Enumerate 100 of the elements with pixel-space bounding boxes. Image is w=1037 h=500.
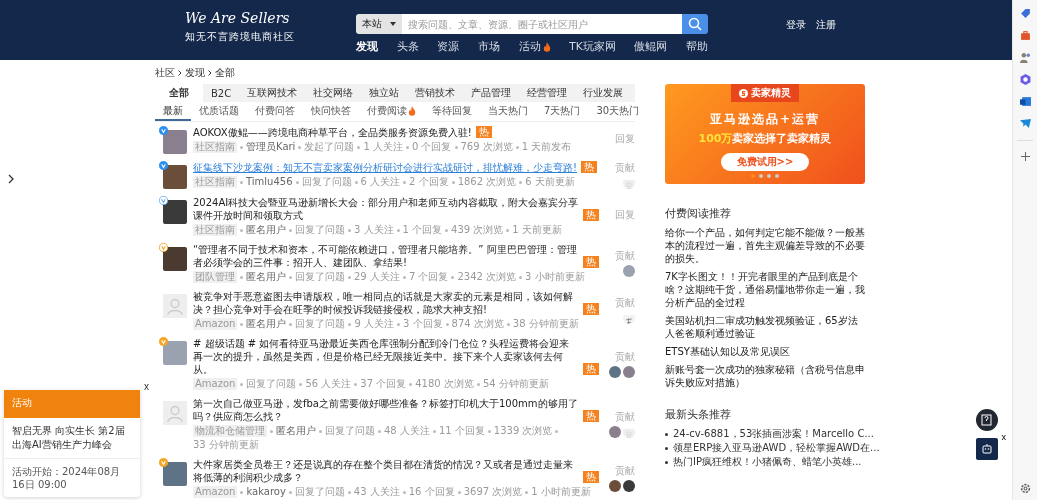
headline-link[interactable]: 领星ERP接入亚马逊AWD，轻松掌握AWD在... — [673, 441, 880, 455]
article-link[interactable]: ETSY基础认知以及常见误区 — [665, 345, 865, 358]
nav-link[interactable]: 头条 — [396, 40, 419, 54]
sort-tab[interactable]: 当天热门 — [480, 102, 536, 121]
nav-link[interactable]: 发现 — [356, 40, 378, 54]
question-title-link[interactable]: 征集线下沙龙案例：知无不言卖家案例分析研讨会进行实战研讨，排忧解难，少走弯路! — [193, 161, 577, 174]
action-text: 回复了问题 — [301, 176, 352, 188]
headline-link[interactable]: 热门IP疯狂维权！小猪佩奇、蜡笔小英雄... — [673, 455, 862, 469]
user-name-link[interactable]: 匿名用户 — [246, 271, 286, 283]
user-name-link[interactable]: 匿名用户 — [246, 318, 287, 330]
category-tab[interactable]: 互联网技术 — [239, 84, 306, 102]
carousel-dot[interactable] — [759, 174, 763, 178]
question-title-link[interactable]: # 超级话题 # 如何看待亚马逊最近美西仓库强制分配到冷门仓位？头程运费将会迎来再一次的提升，虽然是美西，但是价格已经无限接近美中。接下来个人卖家该何去何从。 — [193, 337, 579, 376]
user-name-link[interactable]: kakaroy — [246, 486, 286, 498]
category-tab[interactable]: 行业发展 — [575, 84, 632, 102]
question-title-link[interactable]: 大件家居类全员卷王？还是说真的存在整个类目都在清货的情况？又或者是通过走量来将低薄的利润积少成多？ — [193, 458, 579, 484]
breadcrumb-link[interactable]: 社区 — [155, 66, 175, 80]
separator-dot-icon — [240, 490, 244, 494]
carousel-dot[interactable] — [775, 174, 779, 178]
article-link[interactable]: 7K字长图文！！开完者眼里的产品到底是个啥？这期纯干货，通俗易懂地带你走一遍，我分析产品的全过程 — [665, 270, 865, 309]
account-link[interactable]: 登录 — [786, 18, 806, 60]
separator-dot-icon — [445, 228, 449, 232]
nav-link[interactable]: 资源 — [437, 40, 460, 54]
separator-dot-icon — [451, 180, 455, 184]
nav-link[interactable]: 帮助 — [685, 40, 708, 54]
question-title-link[interactable]: AOKOX傲鲲——跨境电商种草平台，全品类服务资源免费入驻! — [193, 126, 472, 139]
people-icon[interactable] — [1019, 52, 1031, 63]
caret-icon — [390, 22, 396, 26]
hexagon-icon[interactable] — [1019, 74, 1031, 85]
sort-tab[interactable]: 优质话题 — [191, 102, 247, 121]
sort-tab[interactable]: 最新 — [155, 102, 191, 121]
hot-tag: 热 — [583, 256, 599, 268]
carousel-dot[interactable] — [767, 174, 771, 178]
separator-dot-icon — [476, 382, 480, 386]
sort-tab[interactable]: 30天热门 — [588, 102, 648, 121]
stat-text: 6 天前更新 — [525, 176, 575, 188]
user-name-link[interactable]: 匿名用户 — [276, 425, 316, 437]
search-field[interactable]: 搜索问题、文章、资源、圈子或社区用户 — [402, 14, 682, 34]
sort-tab[interactable]: 付费问答 — [247, 102, 303, 121]
article-link[interactable]: 新账号套一次成功的独家秘籍（含税号信息申诉失败应对措施） — [665, 363, 865, 389]
stat-text: 29 人关注 — [354, 271, 400, 283]
article-link[interactable]: 给你一个产品，如何判定它能不能做？一般基本的流程过一遍，首先主观偏差导致的不必要的损失。 — [665, 226, 865, 265]
separator-dot-icon — [289, 228, 292, 232]
category-tab[interactable]: 营销技术 — [407, 84, 464, 102]
nav-link[interactable]: TK玩家网 — [569, 40, 616, 54]
settings-icon[interactable] — [1019, 483, 1031, 494]
ad-trial-button[interactable]: 免费试用>> — [720, 153, 810, 171]
user-name-link[interactable]: 管理员Kari — [246, 141, 296, 153]
separator-dot-icon — [289, 322, 293, 326]
category-tab[interactable]: 独立站 — [361, 84, 408, 102]
search-scope-dropdown[interactable]: 本站 — [356, 14, 402, 34]
default-avatar-icon — [623, 180, 635, 189]
breadcrumb-link[interactable]: 全部 — [215, 66, 235, 80]
sort-tab[interactable]: 付费阅读 — [359, 102, 424, 121]
question-title-link[interactable]: 被竞争对手恶意盗图去申请版权，唯一相同点的话就是大家卖的元素是相同，该如何解决？担心竞争对手会在旺季的时候投诉我链接侵权，跪求大神支招! — [193, 290, 579, 316]
verified-badge-icon — [159, 161, 168, 170]
category-tab[interactable]: 产品管理 — [463, 84, 520, 102]
user-name-link[interactable]: Timlu456 — [246, 176, 293, 188]
separator-dot-icon — [454, 145, 458, 149]
tag-icon[interactable] — [1019, 8, 1031, 19]
sort-tab[interactable]: 快问快答 — [303, 102, 359, 121]
stat-text: 1 天前更新 — [512, 224, 562, 236]
article-link[interactable]: 美国站机扫二审成功触发视频验证，65岁法人爸爸顺利通过验证 — [665, 314, 865, 340]
chat-bot-button[interactable] — [976, 438, 998, 460]
account-link[interactable]: 注册 — [816, 18, 836, 60]
add-icon[interactable] — [1020, 152, 1030, 161]
event-title[interactable]: 智启无界 向实生长 第2届出海AI营销生产力峰会 — [4, 418, 140, 459]
category-tab[interactable]: 全部 — [155, 84, 203, 102]
sort-tab[interactable]: 等待回复 — [424, 102, 480, 121]
avatar-photo-placeholder — [623, 265, 635, 277]
stat-text: 9 人关注 — [354, 318, 394, 330]
category-tab[interactable]: 经营管理 — [519, 84, 576, 102]
nav-link[interactable]: 傲鲲网 — [634, 40, 668, 54]
ad-banner[interactable]: 卖家精灵 亚马逊选品+运营 100万卖家选择了卖家精灵 免费试用>> — [665, 84, 865, 184]
stat-text: 7 个回复 — [408, 271, 449, 283]
question-title-link[interactable]: “管理者不同于技术和资本，不可能依赖进口，管理者只能培养。” 阿里巴巴管理：管理者必须学会的三件事：招开人、建团队、拿结果! — [193, 243, 579, 269]
site-logo[interactable]: We Are Sellers — [185, 10, 356, 26]
search-button[interactable] — [682, 14, 708, 34]
question-title-link[interactable]: 第一次自己做亚马逊，发fba之前需要做好哪些准备？标签打印机大于100mm的够用了吗？供应商怎么找？ — [193, 397, 579, 423]
nav-link[interactable]: 活动 — [518, 40, 551, 54]
nav-link[interactable]: 市场 — [477, 40, 500, 54]
briefcase-icon[interactable] — [1019, 30, 1031, 41]
close-button[interactable]: x — [1001, 432, 1006, 442]
breadcrumb-link[interactable]: 发现 — [185, 66, 205, 80]
category-tab[interactable]: 社交网络 — [305, 84, 362, 102]
side-label: 贡献 — [615, 161, 635, 175]
stat-text: 4180 次浏览 — [415, 378, 474, 390]
close-button[interactable]: x — [144, 381, 149, 392]
chevron-right-icon[interactable] — [8, 174, 14, 184]
category-tab[interactable]: B2C — [203, 84, 240, 102]
user-name-link[interactable]: 匿名用户 — [246, 224, 286, 236]
ask-question-button[interactable] — [976, 409, 998, 431]
avatar-photo-placeholder — [609, 426, 621, 438]
question-title-link[interactable]: 2024AI科技大会暨亚马逊新增长大会：部分用户和老师互动内容截取，附大会嘉宾分享课件开放时间和领取方式 — [193, 196, 579, 222]
paper-plane-icon[interactable] — [1019, 118, 1031, 129]
stat-text: 769 次浏览 — [460, 141, 513, 153]
mail-icon[interactable] — [1019, 96, 1031, 107]
stat-text: 874 次浏览 — [451, 318, 504, 330]
sort-tab[interactable]: 7天热门 — [536, 102, 589, 121]
headline-link[interactable]: 24-cv-6881，53张插画涉案！Marcello C... — [673, 427, 874, 441]
